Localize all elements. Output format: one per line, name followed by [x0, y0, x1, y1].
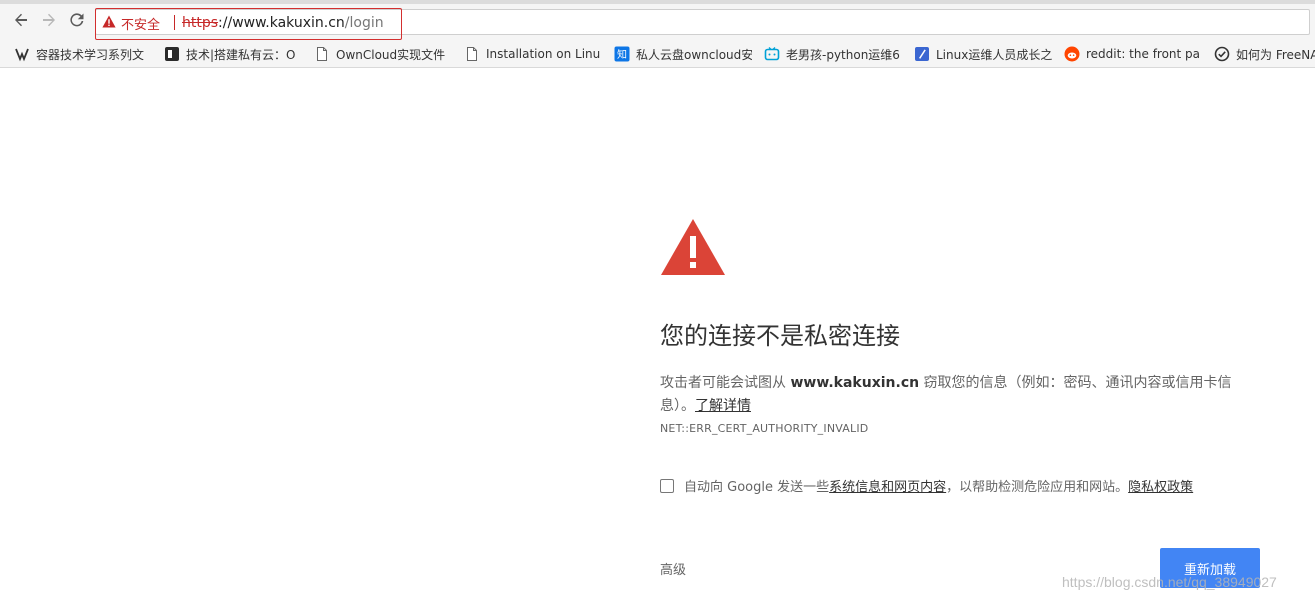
page-title: 您的连接不是私密连接 — [660, 322, 900, 350]
zhihu-icon: 知 — [614, 46, 630, 62]
learn-more-link[interactable]: 了解详情 — [695, 398, 751, 414]
interstitial-main: 您的连接不是私密连接 攻击者可能会试图从 www.kakuxin.cn 窃取您的… — [660, 218, 1270, 435]
quay-icon — [14, 46, 30, 62]
back-button[interactable] — [9, 10, 33, 34]
check-circle-icon — [1214, 46, 1230, 62]
security-separator — [174, 15, 175, 30]
bilibili-icon — [764, 46, 780, 62]
page-icon — [314, 46, 330, 62]
advanced-button[interactable]: 高级 — [660, 559, 686, 578]
optin-checkbox[interactable] — [660, 478, 674, 493]
url-host: ://www.kakuxin.cn — [218, 15, 345, 31]
reload-icon — [68, 11, 86, 34]
url-text[interactable]: https://www.kakuxin.cn/login — [182, 13, 384, 33]
address-bar[interactable]: 不安全 https://www.kakuxin.cn/login — [95, 9, 1310, 35]
url-path: /login — [344, 15, 384, 31]
system-info-link[interactable]: 系统信息和网页内容 — [829, 476, 946, 495]
svg-text:知: 知 — [617, 48, 627, 61]
safe-browsing-optin: 自动向 Google 发送一些 系统信息和网页内容 ，以帮助检测危险应用和网站。 隐私… — [660, 476, 1193, 495]
page-icon — [464, 46, 480, 62]
optin-prefix: 自动向 Google 发送一些 — [684, 480, 830, 495]
bookmark-item[interactable]: Installation on Linu — [464, 44, 602, 64]
arrow-left-icon — [12, 11, 30, 34]
bookmark-item[interactable]: 容器技术学习系列文 — [14, 44, 154, 64]
blue-pen-icon — [914, 46, 930, 62]
bookmark-item[interactable]: 如何为 FreeNA — [1214, 44, 1315, 64]
explanation-text: 攻击者可能会试图从 www.kakuxin.cn 窃取您的信息（例如：密码、通讯… — [660, 372, 1260, 418]
bookmarks-bar: 容器技术学习系列文 技术|搭建私有云：O OwnCloud实现文件 Instal… — [0, 40, 1315, 68]
security-label: 不安全 — [121, 17, 161, 33]
reload-button[interactable] — [65, 10, 89, 34]
bookmark-item[interactable]: OwnCloud实现文件 — [314, 44, 454, 64]
explanation-host: www.kakuxin.cn — [790, 375, 920, 391]
bookmark-item[interactable]: 知 私人云盘owncloud安 — [614, 44, 752, 64]
dark-square-icon — [164, 46, 180, 62]
reddit-icon — [1064, 46, 1080, 62]
optin-middle: ，以帮助检测危险应用和网站。 — [946, 480, 1129, 495]
bookmark-item[interactable]: 技术|搭建私有云：O — [164, 44, 302, 64]
explanation-prefix: 攻击者可能会试图从 — [660, 375, 791, 391]
error-code: NET::ERR_CERT_AUTHORITY_INVALID — [660, 422, 869, 435]
privacy-policy-link[interactable]: 隐私权政策 — [1128, 476, 1193, 495]
bookmark-item[interactable]: Linux运维人员成长之 — [914, 44, 1052, 64]
forward-button[interactable] — [37, 10, 61, 34]
bookmark-item[interactable]: 老男孩-python运维6 — [764, 44, 902, 64]
url-scheme: https — [182, 15, 219, 31]
arrow-right-icon — [40, 11, 58, 34]
security-indicator[interactable]: 不安全 — [102, 13, 160, 33]
watermark-text: https://blog.csdn.net/qq_38949027 — [1062, 574, 1277, 590]
danger-triangle-icon — [660, 218, 1270, 280]
warning-triangle-icon — [102, 15, 116, 32]
browser-toolbar: 不安全 https://www.kakuxin.cn/login — [0, 4, 1315, 40]
bookmark-item[interactable]: reddit: the front pa — [1064, 44, 1202, 64]
